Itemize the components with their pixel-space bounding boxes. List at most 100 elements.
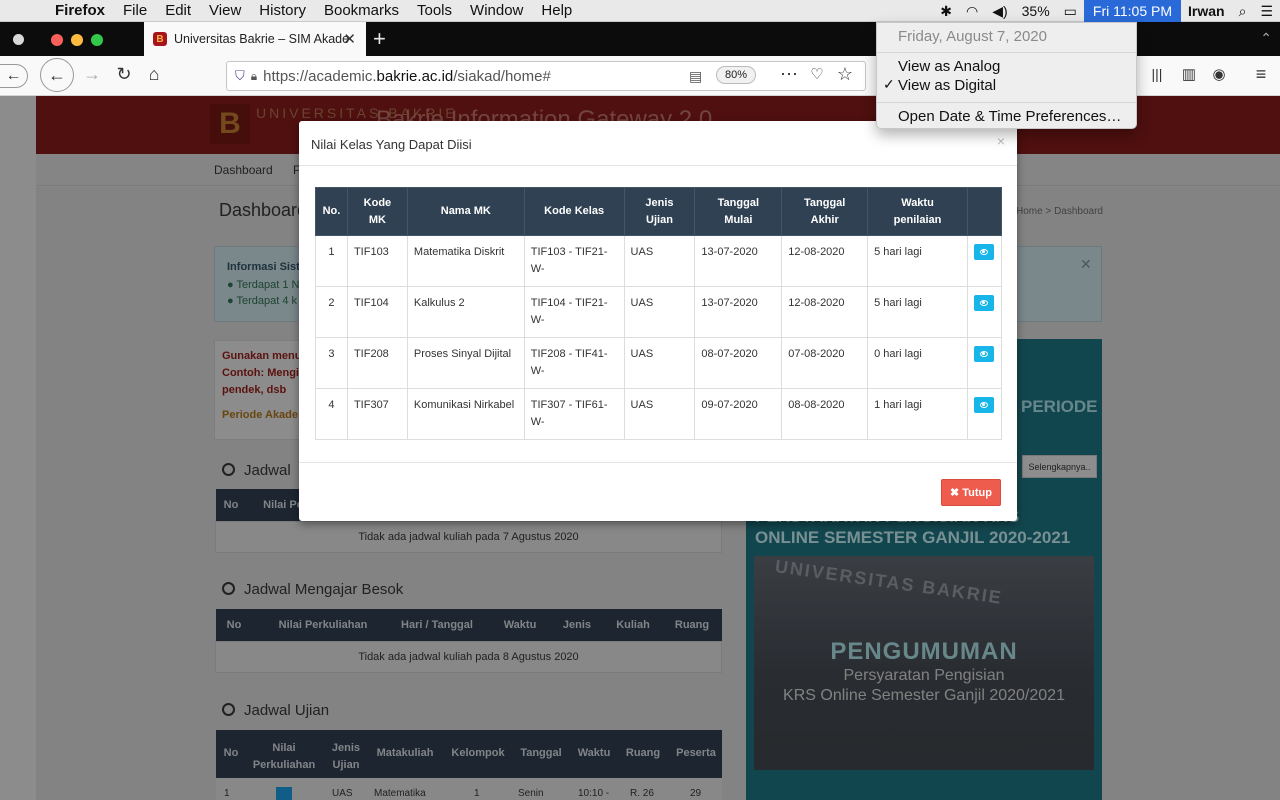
clock-dropdown-menu: Friday, August 7, 2020 View as Analog ✓ … (876, 22, 1137, 129)
cell-kode-mk: TIF103 (346, 235, 408, 287)
current-date: Friday, August 7, 2020 (898, 28, 1047, 45)
col-tanggal-mulai: Tanggal Mulai (694, 187, 783, 236)
bluetooth-icon[interactable]: ✱ (933, 0, 959, 22)
tutup-label: Tutup (962, 486, 992, 499)
view-eye-icon[interactable] (974, 397, 995, 413)
account-icon[interactable]: ◉ (1208, 62, 1230, 86)
url-bar[interactable]: ⛉ 🔒︎ https://academic. bakrie.ac.id/siaka… (226, 61, 866, 91)
cell-kode-mk: TIF104 (346, 286, 408, 338)
cell-action (966, 286, 1003, 338)
battery-percent: 35% (1021, 3, 1050, 19)
cell-kode-mk: TIF307 (346, 388, 408, 440)
col-no: No. (315, 187, 348, 236)
lock-icon[interactable]: 🔒︎ (251, 69, 257, 84)
cell-tanggal-mulai: 08-07-2020 (694, 337, 783, 389)
notification-center-icon[interactable]: ☰ (1253, 0, 1280, 22)
pocket-icon[interactable]: ♡ (806, 62, 828, 86)
cell-tanggal-akhir: 08-08-2020 (781, 388, 869, 440)
window-close-icon[interactable] (51, 34, 63, 46)
col-action (966, 187, 1003, 236)
menubar-user[interactable]: Irwan (1181, 0, 1232, 22)
browser-tab-active[interactable]: B Universitas Bakrie – SIM Akade ✕ (144, 22, 366, 56)
spotlight-icon[interactable]: ⌕ (1232, 0, 1254, 22)
forward-icon[interactable]: → (80, 62, 104, 86)
zoom-level[interactable]: 80% (716, 66, 756, 84)
url-prefix: https://academic. (263, 67, 377, 85)
menu-history[interactable]: History (250, 0, 315, 22)
reload-icon[interactable]: ↻ (112, 62, 136, 86)
reader-view-icon[interactable]: ▤ (689, 68, 702, 85)
view-as-analog-item[interactable]: View as Analog (898, 58, 1000, 75)
menu-view[interactable]: View (200, 0, 250, 22)
menu-app-firefox[interactable]: Firefox (46, 0, 114, 22)
cell-tanggal-akhir: 12-08-2020 (781, 286, 869, 338)
cell-kode-kelas: TIF208 - TIF41-W- (523, 337, 625, 389)
menu-divider (877, 52, 1136, 53)
library-icon[interactable]: ||| (1146, 62, 1168, 86)
cell-waktu-penilaian: 1 hari lagi (867, 388, 968, 440)
tab-title: Universitas Bakrie – SIM Akade (174, 32, 350, 46)
wifi-icon[interactable]: ◠ (959, 0, 985, 22)
cell-kode-kelas: TIF103 - TIF21-W- (523, 235, 625, 287)
macos-menubar: Firefox File Edit View History Bookmarks… (0, 0, 1280, 22)
menu-tools[interactable]: Tools (408, 0, 461, 22)
window-minimize-icon[interactable] (71, 34, 83, 46)
menu-window[interactable]: Window (461, 0, 532, 22)
view-eye-icon[interactable] (974, 346, 995, 362)
hamburger-menu-icon[interactable]: ≡ (1250, 62, 1272, 86)
cell-nama-mk: Komunikasi Nirkabel (406, 388, 525, 440)
cell-kode-mk: TIF208 (346, 337, 408, 389)
nilai-kelas-modal: Nilai Kelas Yang Dapat Diisi × No. Kode M… (299, 121, 1017, 521)
menu-edit[interactable]: Edit (156, 0, 200, 22)
home-icon[interactable]: ⌂ (142, 62, 166, 86)
cell-action (966, 388, 1003, 440)
date-time-preferences-item[interactable]: Open Date & Time Preferences… (898, 108, 1121, 125)
col-kode-kelas: Kode Kelas (523, 187, 625, 236)
window-dot-icon (13, 34, 24, 45)
cell-waktu-penilaian: 5 hari lagi (867, 286, 968, 338)
menu-divider (877, 102, 1136, 103)
menubar-clock[interactable]: Fri 11:05 PM (1083, 0, 1182, 22)
checkmark-icon: ✓ (883, 76, 895, 92)
view-as-digital-item[interactable]: View as Digital (898, 77, 996, 94)
modal-title: Nilai Kelas Yang Dapat Diisi (311, 137, 472, 152)
cell-no: 1 (315, 235, 348, 287)
cell-no: 3 (315, 337, 348, 389)
new-tab-icon[interactable]: + (373, 26, 386, 52)
close-x-icon: ✖ (950, 487, 960, 499)
tab-close-icon[interactable]: ✕ (343, 30, 356, 48)
window-zoom-icon[interactable] (91, 34, 103, 46)
view-eye-icon[interactable] (974, 244, 995, 260)
view-eye-icon[interactable] (974, 295, 995, 311)
menu-help[interactable]: Help (532, 0, 581, 22)
battery-icon[interactable]: ▭ (1057, 0, 1084, 22)
modal-close-icon[interactable]: × (997, 133, 1005, 149)
cell-waktu-penilaian: 5 hari lagi (867, 235, 968, 287)
page-actions-icon[interactable]: ⋯ (778, 62, 800, 86)
volume-icon[interactable]: ◀) (985, 0, 1014, 22)
sidebar-back-icon[interactable]: ← (0, 64, 28, 88)
cell-jenis-ujian: UAS (623, 337, 696, 389)
tutup-button[interactable]: ✖ Tutup (941, 479, 1001, 506)
table-row: 3 TIF208 Proses Sinyal Dijital TIF208 - … (315, 337, 1003, 389)
cell-no: 2 (315, 286, 348, 338)
cell-tanggal-mulai: 13-07-2020 (694, 235, 783, 287)
back-icon[interactable]: ← (40, 58, 74, 92)
cell-action (966, 337, 1003, 389)
menu-bookmarks[interactable]: Bookmarks (315, 0, 408, 22)
cell-kode-kelas: TIF104 - TIF21-W- (523, 286, 625, 338)
table-row: 1 TIF103 Matematika Diskrit TIF103 - TIF… (315, 235, 1003, 287)
tab-overflow-icon[interactable]: ⌃ (1260, 30, 1272, 47)
col-jenis-ujian: Jenis Ujian (623, 187, 696, 236)
shield-icon[interactable]: ⛉ (235, 68, 245, 84)
cell-tanggal-mulai: 09-07-2020 (694, 388, 783, 440)
col-nama-mk: Nama MK (406, 187, 525, 236)
col-tanggal-akhir: Tanggal Akhir (781, 187, 869, 236)
cell-tanggal-akhir: 12-08-2020 (781, 235, 869, 287)
cell-action (966, 235, 1003, 287)
bookmark-star-icon[interactable]: ☆ (834, 62, 856, 86)
cell-nama-mk: Matematika Diskrit (406, 235, 525, 287)
cell-jenis-ujian: UAS (623, 235, 696, 287)
menu-file[interactable]: File (114, 0, 156, 22)
sidebars-icon[interactable]: ▥ (1178, 62, 1200, 86)
